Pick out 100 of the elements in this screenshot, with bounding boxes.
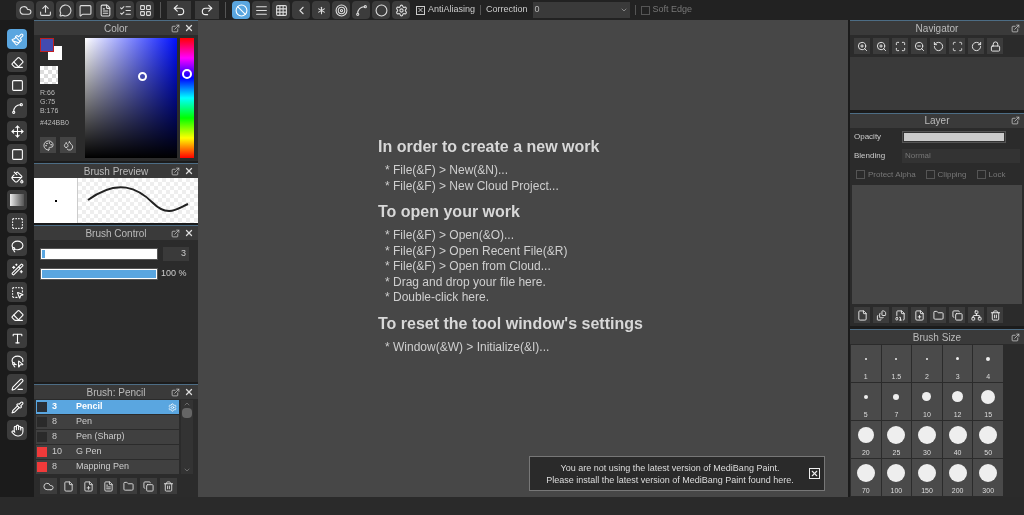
comment-button[interactable] [76, 1, 94, 19]
layer-option-checkbox[interactable] [925, 170, 935, 180]
undo-button[interactable] [167, 1, 191, 19]
hue-thumb[interactable] [182, 68, 192, 79]
rotate-reset-button[interactable] [949, 38, 965, 54]
delete-button[interactable] [987, 307, 1003, 323]
text-tool[interactable] [7, 328, 27, 348]
brush-item[interactable]: 10 G Pen [36, 445, 179, 459]
brush-item[interactable]: 8 Pen [36, 415, 179, 429]
select-eraser-tool[interactable] [7, 305, 27, 325]
redo-button[interactable] [195, 1, 219, 19]
duplicate-button[interactable] [140, 478, 157, 494]
color-swatches[interactable] [40, 38, 64, 62]
layer-option-checkbox[interactable] [856, 170, 865, 180]
antialiasing-checkbox[interactable] [416, 5, 425, 15]
float-window-icon[interactable] [171, 228, 180, 238]
close-icon[interactable] [809, 468, 820, 479]
cloud-download-button[interactable] [40, 478, 57, 494]
parallel-lines-button[interactable] [252, 1, 270, 19]
new-halftone-layer-button[interactable] [873, 307, 889, 323]
curve-tool[interactable] [7, 98, 27, 118]
correction-select[interactable]: 0 [532, 2, 630, 18]
delete-icon [989, 309, 1001, 321]
zoom-out-button[interactable] [911, 38, 927, 54]
rotate-right-button[interactable] [968, 38, 984, 54]
curve-button[interactable] [352, 1, 370, 19]
float-window-icon[interactable] [1011, 23, 1020, 33]
bucket-icon [10, 170, 24, 184]
duplicate-button[interactable] [949, 307, 965, 323]
instruction-line: * File(&F) > Open from Cloud... [384, 259, 552, 275]
select-pen-tool[interactable] [7, 282, 27, 302]
lock-button[interactable] [987, 38, 1003, 54]
close-icon[interactable] [184, 228, 194, 238]
select-tool[interactable] [7, 213, 27, 233]
float-window-icon[interactable] [171, 387, 180, 397]
rotate-left-button[interactable] [930, 38, 946, 54]
add-brush-button[interactable] [80, 478, 97, 494]
lasso-tool[interactable] [7, 236, 27, 256]
script-button[interactable] [100, 478, 117, 494]
gradient-tool[interactable] [7, 190, 27, 210]
saturation-value-picker[interactable] [85, 38, 177, 158]
settings-button[interactable] [392, 1, 410, 19]
float-window-icon[interactable] [1011, 116, 1020, 126]
eyedropper-tool[interactable] [7, 397, 27, 417]
update-notification[interactable]: You are not using the latest version of MediBang Paint. Please install the latest version of MediBang Paint found here. [529, 456, 825, 491]
divide-tool[interactable] [7, 374, 27, 394]
float-window-icon[interactable] [171, 166, 180, 176]
float-window-icon[interactable] [171, 23, 180, 33]
grid-layout-button[interactable] [136, 1, 154, 19]
eraser-tool[interactable] [7, 52, 27, 72]
transparent-swatch[interactable] [40, 66, 58, 84]
brush-item[interactable]: 8 Pen (Sharp) [36, 430, 179, 444]
list-button[interactable] [116, 1, 134, 19]
new-layer-button[interactable] [854, 307, 870, 323]
soft-edge-checkbox[interactable] [640, 5, 650, 15]
snap-off-button[interactable] [232, 1, 250, 19]
close-icon[interactable] [184, 23, 194, 33]
close-icon[interactable] [184, 387, 194, 397]
cloud-button[interactable] [16, 1, 34, 19]
canvas-area[interactable] [198, 20, 848, 497]
speech-bubble-button[interactable] [56, 1, 74, 19]
merge-button[interactable] [968, 307, 984, 323]
zoom-reset-button[interactable] [854, 38, 870, 54]
concentric-circles-button[interactable] [332, 1, 350, 19]
rectangle-tool[interactable] [7, 75, 27, 95]
magic-wand-tool[interactable] [7, 259, 27, 279]
float-window-icon[interactable] [1011, 332, 1020, 342]
brush-size-track[interactable] [40, 248, 158, 260]
new-brush-button[interactable] [60, 478, 77, 494]
circle-button[interactable] [372, 1, 390, 19]
hue-slider[interactable] [180, 38, 194, 158]
panel-title: Color [104, 21, 128, 36]
palette-button[interactable] [40, 137, 56, 153]
grid-button[interactable] [272, 1, 290, 19]
document-button[interactable] [96, 1, 114, 19]
bucket-tool[interactable] [7, 167, 27, 187]
brush-tool[interactable] [7, 29, 27, 49]
add-layer-button[interactable] [911, 307, 927, 323]
operation-tool[interactable] [7, 351, 27, 371]
zoom-in-button[interactable] [873, 38, 889, 54]
color-settings-button[interactable] [60, 137, 76, 153]
gradient-icon [10, 194, 24, 206]
document-button-icon [98, 3, 112, 17]
close-icon[interactable] [184, 166, 194, 176]
upload-button[interactable] [36, 1, 54, 19]
hand-tool[interactable] [7, 420, 27, 440]
move-tool[interactable] [7, 121, 27, 141]
folder-button[interactable] [120, 478, 137, 494]
antialiasing-label: AntiAliasing [428, 3, 476, 17]
scroll-thumb[interactable] [182, 408, 192, 418]
radial-lines-button[interactable] [312, 1, 330, 19]
brush-item[interactable]: 8 Mapping Pen [36, 460, 179, 474]
fill-rectangle-tool[interactable] [7, 144, 27, 164]
new-1bit-layer-button[interactable] [892, 307, 908, 323]
delete-button[interactable] [160, 478, 177, 494]
brush-size-field[interactable]: 3 [163, 247, 189, 261]
folder-button[interactable] [930, 307, 946, 323]
fit-button[interactable] [892, 38, 908, 54]
scrollbar[interactable] [181, 400, 193, 474]
layer-option-checkbox[interactable] [976, 170, 986, 180]
